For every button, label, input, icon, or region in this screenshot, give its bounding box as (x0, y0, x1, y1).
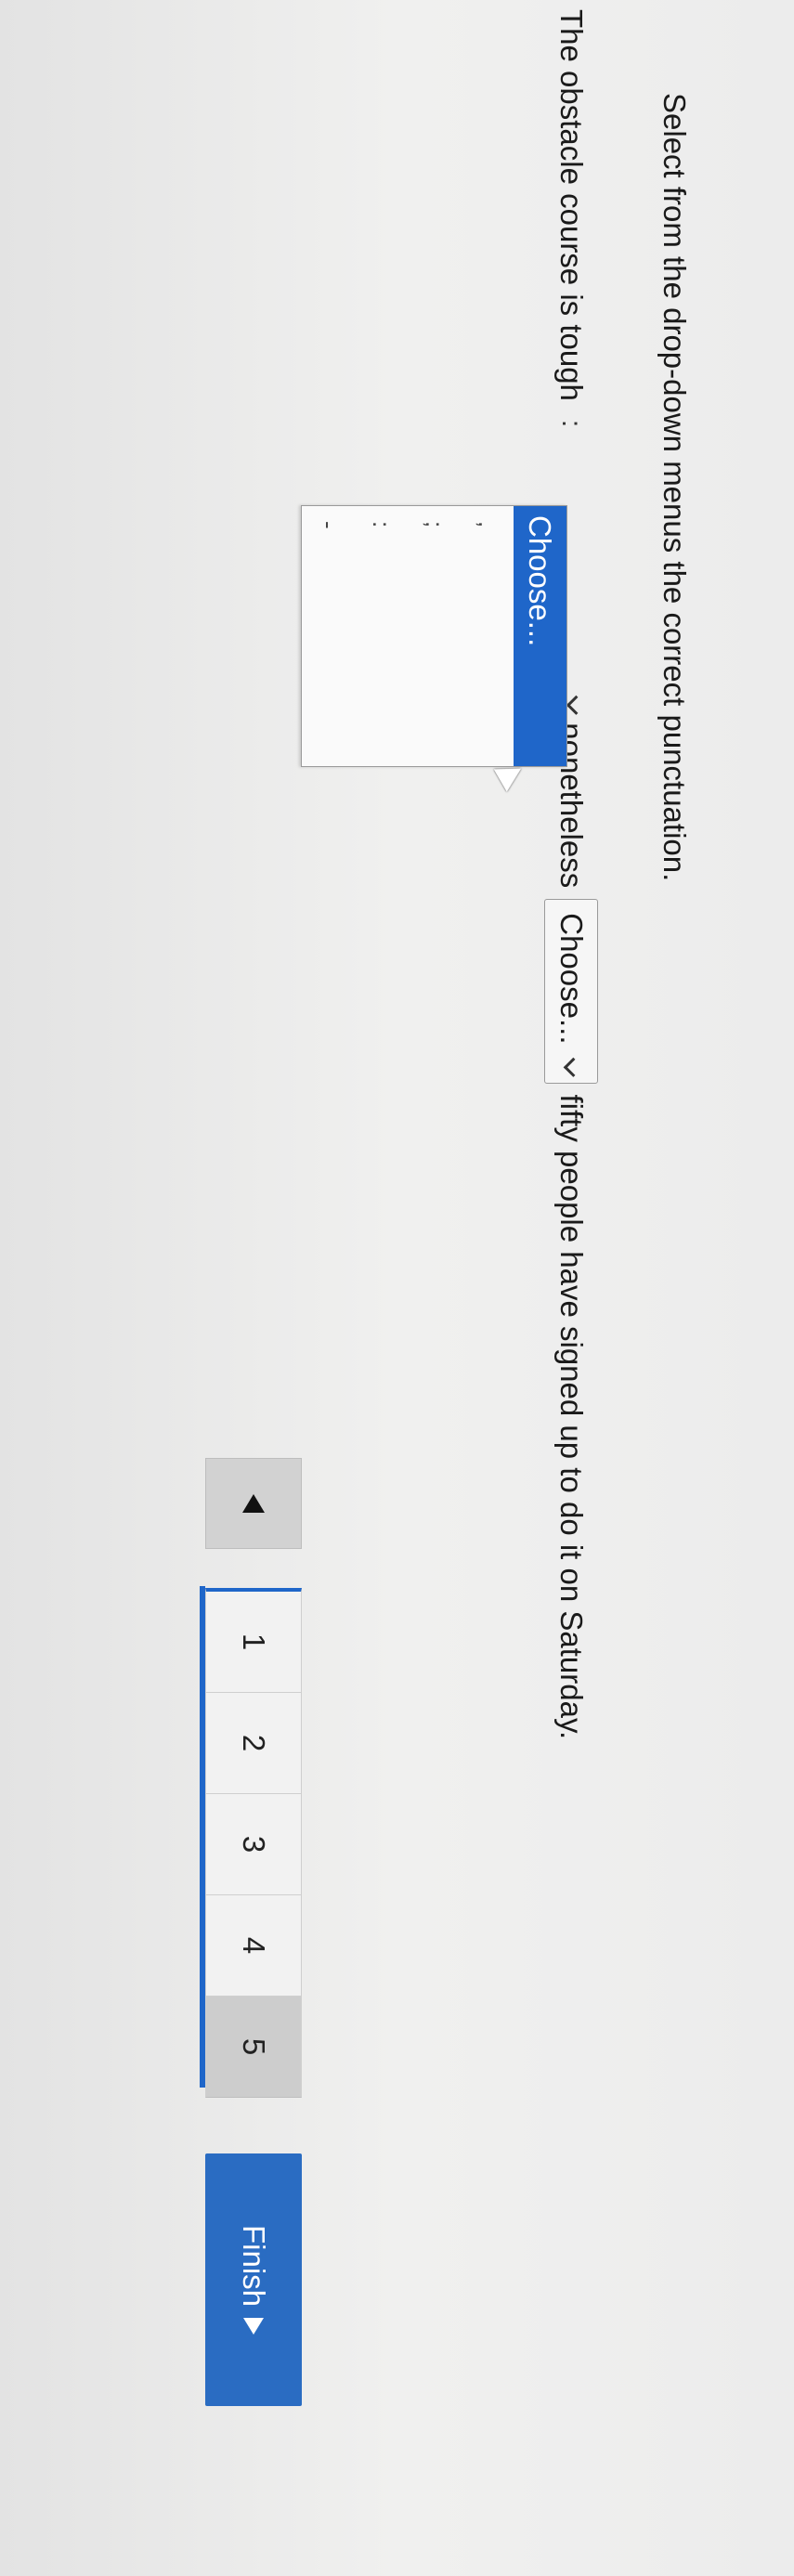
page-2-button[interactable]: 2 (205, 1692, 302, 1793)
triangle-left-icon (242, 1494, 265, 1513)
page-1-button[interactable]: 1 (205, 1588, 302, 1692)
punctuation-dropdown-2[interactable]: Choose... (544, 899, 598, 1084)
dropdown-1-options-list: Choose... , ; : - (301, 505, 567, 767)
dropdown-option-choose[interactable]: Choose... (514, 506, 566, 766)
dropdown-2-value: Choose... (554, 913, 589, 1045)
pagination-progress-bar (200, 1586, 205, 2088)
triangle-right-icon (243, 2318, 264, 2335)
sentence-part-1: The obstacle course is tough (554, 9, 589, 401)
page-4-button[interactable]: 4 (205, 1894, 302, 1996)
dropdown-option-dash[interactable]: - (302, 506, 355, 766)
finish-button-label: Finish (237, 2224, 271, 2308)
page-3-button[interactable]: 3 (205, 1793, 302, 1894)
dropdown-option-colon[interactable]: : (355, 506, 408, 766)
dropdown-option-comma[interactable]: , (461, 506, 514, 766)
instruction-text: Select from the drop-down menus the corr… (657, 93, 692, 882)
sentence-part-3: fifty people have signed up to do it on … (554, 1094, 589, 1740)
page-5-button[interactable]: 5 (205, 1996, 302, 2098)
dropdown-option-semicolon[interactable]: ; (408, 506, 461, 766)
chevron-down-icon (564, 1057, 584, 1077)
question-sentence: The obstacle course is tough : nonethele… (543, 9, 599, 1739)
chevron-down-icon (566, 695, 586, 716)
question-panel: Select from the drop-down menus the corr… (0, 0, 794, 2576)
screen: Select from the drop-down menus the corr… (0, 0, 794, 2576)
finish-button[interactable]: Finish (205, 2153, 302, 2406)
previous-page-button[interactable] (205, 1458, 302, 1549)
sentence-separator: : (556, 419, 587, 428)
pagination: 1 2 3 4 5 Finish (200, 1458, 302, 2406)
